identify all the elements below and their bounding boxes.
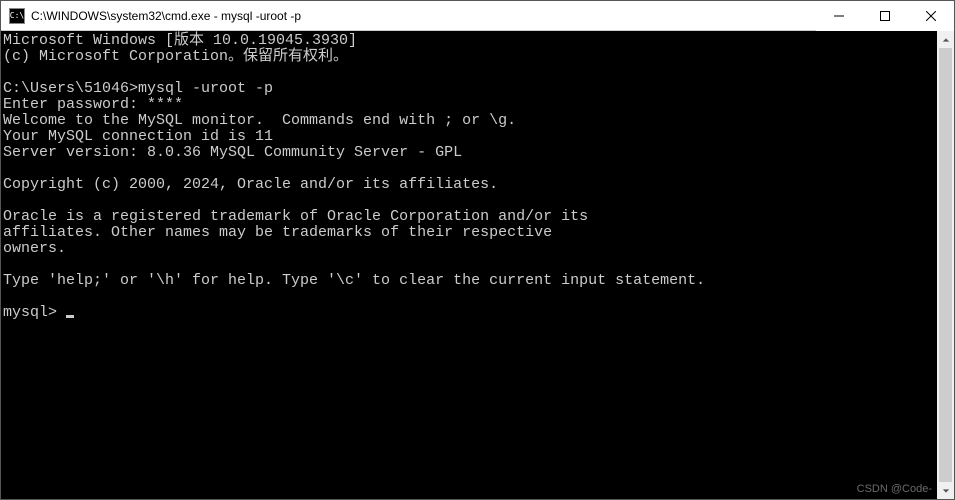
terminal-line: Type 'help;' or '\h' for help. Type '\c'… bbox=[3, 273, 937, 289]
terminal-line: Oracle is a registered trademark of Orac… bbox=[3, 209, 937, 225]
scroll-track[interactable] bbox=[937, 48, 954, 482]
window-title: C:\WINDOWS\system32\cmd.exe - mysql -uro… bbox=[31, 9, 816, 23]
titlebar[interactable]: C:\ C:\WINDOWS\system32\cmd.exe - mysql … bbox=[1, 1, 954, 31]
maximize-button[interactable] bbox=[862, 1, 908, 31]
scroll-thumb[interactable] bbox=[939, 48, 952, 482]
minimize-button[interactable] bbox=[816, 1, 862, 31]
terminal-line: Server version: 8.0.36 MySQL Community S… bbox=[3, 145, 937, 161]
maximize-icon bbox=[880, 11, 890, 21]
chevron-down-icon bbox=[942, 487, 950, 495]
terminal-prompt-line[interactable]: mysql> bbox=[3, 305, 937, 321]
close-button[interactable] bbox=[908, 1, 954, 31]
terminal-line: (c) Microsoft Corporation。保留所有权利。 bbox=[3, 49, 937, 65]
close-icon bbox=[926, 11, 936, 21]
chevron-up-icon bbox=[942, 36, 950, 44]
vertical-scrollbar[interactable] bbox=[937, 31, 954, 499]
terminal-line: Enter password: **** bbox=[3, 97, 937, 113]
terminal-line: affiliates. Other names may be trademark… bbox=[3, 225, 937, 241]
terminal-line bbox=[3, 289, 937, 305]
scroll-up-button[interactable] bbox=[937, 31, 954, 48]
terminal-line bbox=[3, 65, 937, 81]
cmd-window: C:\ C:\WINDOWS\system32\cmd.exe - mysql … bbox=[0, 0, 955, 500]
client-area: Microsoft Windows [版本 10.0.19045.3930](c… bbox=[1, 31, 954, 499]
terminal-line bbox=[3, 193, 937, 209]
terminal-line bbox=[3, 257, 937, 273]
terminal-line: Your MySQL connection id is 11 bbox=[3, 129, 937, 145]
mysql-prompt: mysql> bbox=[3, 304, 66, 321]
terminal-output[interactable]: Microsoft Windows [版本 10.0.19045.3930](c… bbox=[1, 31, 937, 499]
window-controls bbox=[816, 1, 954, 30]
terminal-line: Copyright (c) 2000, 2024, Oracle and/or … bbox=[3, 177, 937, 193]
terminal-line: Welcome to the MySQL monitor. Commands e… bbox=[3, 113, 937, 129]
terminal-line: Microsoft Windows [版本 10.0.19045.3930] bbox=[3, 33, 937, 49]
terminal-line: C:\Users\51046>mysql -uroot -p bbox=[3, 81, 937, 97]
terminal-line bbox=[3, 161, 937, 177]
terminal-line: owners. bbox=[3, 241, 937, 257]
scroll-down-button[interactable] bbox=[937, 482, 954, 499]
minimize-icon bbox=[834, 11, 844, 21]
cursor bbox=[66, 315, 74, 318]
app-icon: C:\ bbox=[9, 8, 25, 24]
